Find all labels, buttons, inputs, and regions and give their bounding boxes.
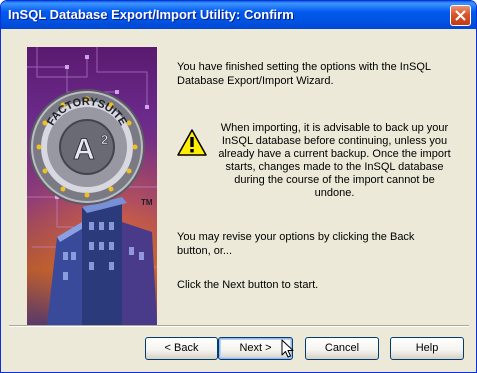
factorysuite-banner: FACTORYSUITE A 2 TM: [27, 47, 157, 325]
next-hint-text: Click the Next button to start.: [177, 279, 319, 291]
intro-text: You have finished setting the options wi…: [177, 61, 431, 87]
close-button[interactable]: [450, 5, 471, 26]
warning-text: When importing, it is advisable to back …: [218, 122, 451, 199]
title-bar[interactable]: InSQL Database Export/Import Utility: Co…: [1, 1, 476, 29]
mouse-cursor-icon: [281, 339, 294, 358]
window-title: InSQL Database Export/Import Utility: Co…: [8, 7, 294, 22]
warning-icon: [177, 129, 207, 156]
dialog-window: InSQL Database Export/Import Utility: Co…: [0, 0, 477, 373]
separator: [9, 325, 469, 327]
help-button[interactable]: Help: [390, 337, 464, 360]
close-icon: [455, 10, 466, 21]
cancel-button[interactable]: Cancel: [305, 337, 379, 360]
factorysuite-logo: FACTORYSUITE A 2 TM: [27, 47, 157, 325]
back-button[interactable]: < Back: [145, 337, 218, 360]
wizard-panel: FACTORYSUITE A 2 TM You have finished se…: [5, 29, 472, 369]
logo-trademark: TM: [141, 198, 153, 207]
logo-superscript: 2: [101, 132, 108, 147]
revise-text: You may revise your options by clicking …: [177, 231, 415, 257]
logo-mark: A: [73, 133, 95, 166]
